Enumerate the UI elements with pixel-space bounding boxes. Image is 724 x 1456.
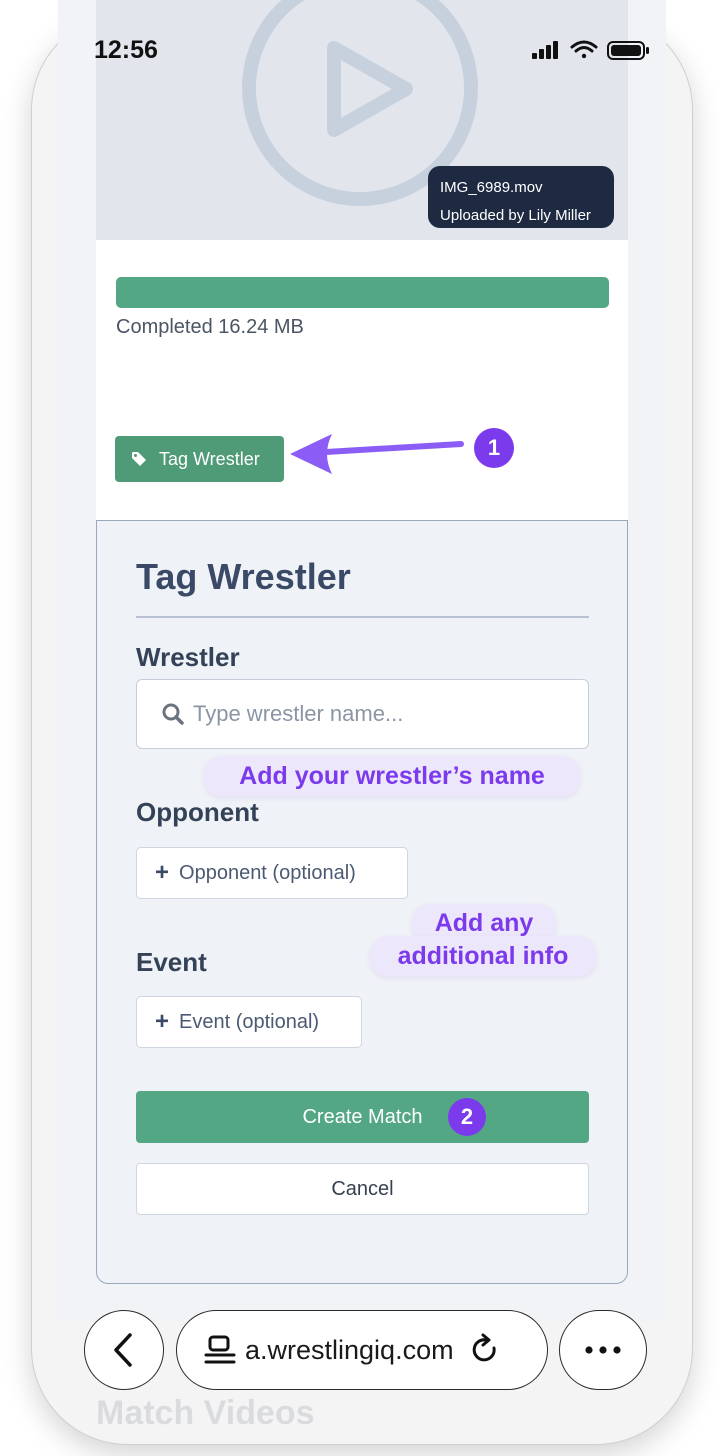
tabs-icon[interactable] [203, 1333, 237, 1367]
status-time: 12:56 [94, 36, 158, 64]
video-uploader: Uploaded by Lily Miller [440, 207, 591, 224]
signal-icon [532, 41, 558, 59]
wrestler-search-input[interactable]: Type wrestler name... [136, 679, 589, 749]
wifi-icon [570, 40, 598, 59]
plus-icon: + [155, 1008, 170, 1035]
upload-progress-fill [116, 277, 609, 308]
video-filename: IMG_6989.mov [440, 179, 543, 196]
step-badge-2: 2 [448, 1098, 486, 1136]
search-icon [162, 703, 184, 725]
tag-wrestler-button[interactable]: Tag Wrestler [115, 436, 284, 482]
status-icons [528, 36, 652, 71]
step-badge-1: 1 [474, 428, 514, 468]
battery-icon [607, 41, 649, 60]
event-button-label: Event (optional) [179, 1010, 320, 1033]
plus-icon: + [155, 859, 170, 886]
add-event-button[interactable]: + Event (optional) [136, 996, 362, 1048]
form-title: Tag Wrestler [136, 556, 351, 597]
event-label: Event [136, 947, 207, 977]
match-videos-heading: Match Videos [96, 1394, 315, 1432]
cancel-label: Cancel [331, 1177, 394, 1200]
upload-progress-bar [116, 277, 609, 308]
play-icon [327, 41, 413, 137]
tag-wrestler-label: Tag Wrestler [159, 448, 260, 469]
hint-wrestler-name: Add your wrestler’s name [204, 756, 580, 796]
cancel-button[interactable]: Cancel [136, 1163, 589, 1215]
create-match-label: Create Match [302, 1105, 423, 1128]
form-divider [136, 616, 589, 618]
wrestler-label: Wrestler [136, 642, 240, 672]
upload-status-text: Completed 16.24 MB [116, 316, 304, 338]
tag-icon [132, 452, 146, 466]
opponent-label: Opponent [136, 797, 259, 827]
opponent-button-label: Opponent (optional) [179, 861, 356, 884]
hint-additional-line2: additional info [370, 936, 596, 976]
upload-info-badge: IMG_6989.mov Uploaded by Lily Miller [428, 166, 614, 228]
chevron-left-icon [114, 1333, 132, 1367]
address-bar[interactable]: a.wrestlingiq.com [176, 1310, 548, 1390]
more-button[interactable] [559, 1310, 647, 1390]
pointer-arrow [290, 434, 464, 474]
url-text[interactable]: a.wrestlingiq.com [245, 1335, 454, 1366]
wrestler-placeholder: Type wrestler name... [193, 701, 404, 726]
back-button[interactable] [84, 1310, 164, 1390]
more-dots-icon [585, 1346, 621, 1354]
create-match-button[interactable]: Create Match [136, 1091, 589, 1143]
reload-icon[interactable] [468, 1333, 502, 1367]
add-opponent-button[interactable]: + Opponent (optional) [136, 847, 408, 899]
